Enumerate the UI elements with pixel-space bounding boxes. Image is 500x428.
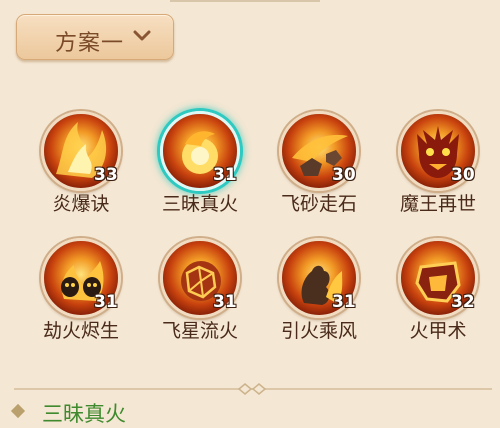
skill-item-feixing-liuhuo[interactable]: 31 飞星流火 — [150, 238, 250, 358]
skill-name: 飞砂走石 — [280, 193, 357, 215]
divider-ornament-icon — [237, 383, 267, 395]
skill-level: 31 — [332, 292, 356, 312]
skill-level: 32 — [451, 292, 475, 312]
skill-name: 飞星流火 — [161, 320, 238, 342]
skill-name: 劫火烬生 — [42, 320, 119, 342]
bullet-diamond-icon — [10, 403, 26, 419]
skill-level: 30 — [332, 165, 356, 185]
skill-item-mowang-zaishi[interactable]: 30 魔王再世 — [388, 111, 488, 231]
skill-name: 火甲术 — [409, 320, 467, 342]
skill-item-yanbaojue[interactable]: 33 炎爆诀 — [31, 111, 131, 231]
skill-level: 30 — [451, 165, 475, 185]
skill-level: 31 — [213, 292, 237, 312]
skill-level: 31 — [213, 165, 237, 185]
skill-name: 魔王再世 — [399, 193, 476, 215]
skill-item-jiehuo-jinsheng[interactable]: 31 劫火烬生 — [31, 238, 131, 358]
skill-item-feisha-zoushi[interactable]: 30 飞砂走石 — [269, 111, 369, 231]
skill-name: 三昧真火 — [161, 193, 238, 215]
skill-level: 33 — [94, 165, 118, 185]
skill-level: 31 — [94, 292, 118, 312]
skill-name: 炎爆诀 — [52, 193, 110, 215]
skill-grid: 33 炎爆诀 31 三昧真火 30 飞砂走石 30 魔王再世 31 劫火烬生 3… — [0, 0, 500, 360]
skill-item-huojia-shu[interactable]: 32 火甲术 — [388, 238, 488, 358]
skill-item-sanmei-zhenhuo[interactable]: 31 三昧真火 — [150, 111, 250, 231]
skill-item-yinhuo-chengfeng[interactable]: 31 引火乘风 — [269, 238, 369, 358]
skill-name: 引火乘风 — [280, 320, 357, 342]
